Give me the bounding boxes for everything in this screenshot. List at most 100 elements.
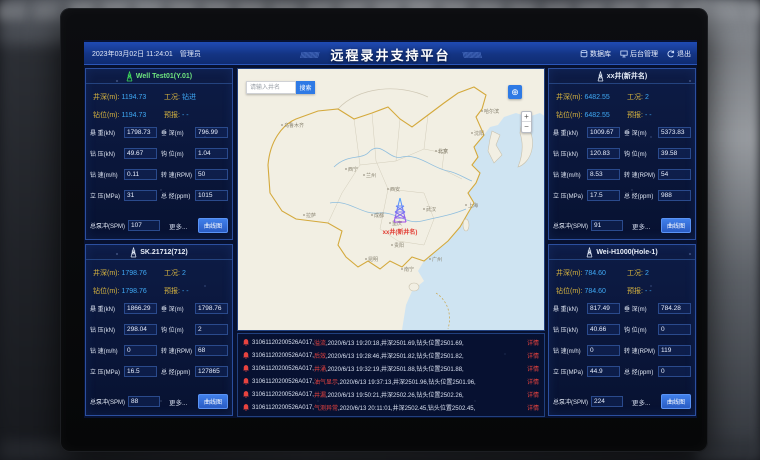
database-icon [580, 50, 588, 58]
bit-position: 钻位(m):784.60 [556, 286, 606, 296]
china-map[interactable]: 乌鲁木齐拉萨西宁兰州西安成都重庆贵阳昆明南宁广州武汉上海北京沈阳哈尔滨 搜索 ⊕… [237, 68, 545, 331]
more-link[interactable]: 更多... [169, 397, 187, 407]
gauge-value: 50 [195, 169, 228, 180]
gauge-label: 悬 重(kN) [90, 304, 124, 313]
map-city-label: 沈阳 [474, 130, 484, 137]
locate-control[interactable]: ⊕ [508, 85, 522, 99]
admin-label: 后台管理 [630, 49, 658, 59]
more-link[interactable]: 更多... [169, 221, 187, 231]
pump-strokes-value: 224 [591, 396, 623, 407]
zoom-in-button[interactable]: + [522, 112, 531, 122]
alarm-row: 31061120200526A017,后效,2020/6/13 19:28:46… [238, 349, 544, 362]
alarm-row: 31061120200526A017,油气显示,2020/6/13 19:37:… [238, 375, 544, 388]
alarm-detail-text: ,2020/6/13 20:11:01,井深2502.45,钻头位置2502.4… [338, 403, 475, 412]
gauge-grid: 悬 重(kN) 817.49 垂 深(m) 784.28 钻 压(kN) 40.… [553, 303, 691, 377]
well-panel-header: Well Test01(Y.01) [86, 69, 232, 84]
gauge-field: 钻 压(kN) 298.04 [90, 324, 157, 335]
curve-chart-button[interactable]: 曲线图 [198, 218, 228, 233]
bit-position: 钻位(m):1798.76 [93, 286, 147, 296]
gauge-label: 钻 速(m/h) [553, 170, 587, 179]
gauge-label: 转 速(RPM) [161, 170, 195, 179]
gauge-field: 转 速(RPM) 119 [624, 345, 691, 356]
gauge-label: 钩 位(m) [161, 149, 195, 158]
alarm-type: 气测异常 [314, 403, 338, 412]
logout-button[interactable]: 退出 [667, 49, 691, 59]
database-button[interactable]: 数据库 [580, 49, 611, 59]
datetime-text: 2023年03月02日 11:24:01 [92, 51, 173, 58]
map-city-label: 哈尔滨 [484, 108, 499, 115]
gauge-value: 1866.29 [124, 303, 157, 314]
map-city-label: 广州 [432, 256, 442, 263]
admin-button[interactable]: 后台管理 [620, 49, 658, 59]
alarm-id: 31061120200526A017, [252, 366, 314, 372]
well-map-marker[interactable] [392, 197, 408, 229]
alarm-details-link[interactable]: 详情 [521, 377, 539, 386]
gauge-label: 钻 速(m/h) [553, 346, 587, 355]
gauge-label: 转 速(RPM) [161, 346, 195, 355]
pump-strokes-row: 总泵冲(SPM) 224 更多... 曲线图 [553, 394, 691, 409]
alarm-details-link[interactable]: 详情 [521, 390, 539, 399]
alarm-bell-icon [243, 404, 249, 411]
gauge-label: 钻 速(m/h) [90, 170, 124, 179]
search-button[interactable]: 搜索 [296, 81, 315, 94]
zoom-control: + − [521, 111, 532, 133]
alarm-bell-icon [243, 339, 249, 346]
map-city-label: 南宁 [404, 266, 414, 273]
alarm-details-link[interactable]: 详情 [521, 351, 539, 360]
gauge-label: 立 压(MPa) [553, 367, 587, 376]
city-dot [363, 174, 365, 176]
gauge-field: 钩 位(m) 0 [624, 324, 691, 335]
alarm-id: 31061120200526A017, [252, 353, 314, 359]
forecast: 预报:- - [164, 286, 189, 296]
city-dot [429, 258, 431, 260]
pump-strokes-value: 88 [128, 396, 160, 407]
well-title: SK.21712(712) [140, 249, 187, 256]
curve-chart-button[interactable]: 曲线图 [661, 394, 691, 409]
well-depth: 井深(m):1798.76 [93, 268, 147, 278]
gauge-value: 1798.76 [195, 303, 228, 314]
gauge-value: 0 [658, 366, 691, 377]
gauge-value: 31 [124, 190, 157, 201]
city-dot [365, 258, 367, 260]
gauge-label: 立 压(MPa) [90, 367, 124, 376]
gauge-field: 钻 速(m/h) 0 [553, 345, 620, 356]
work-status: 工况:2 [627, 92, 649, 102]
alarm-id: 31061120200526A017, [252, 392, 314, 398]
zoom-out-button[interactable]: − [522, 122, 531, 132]
city-dot [391, 244, 393, 246]
alarm-details-link[interactable]: 详情 [521, 338, 539, 347]
gauge-label: 立 压(MPa) [553, 191, 587, 200]
alarm-details-link[interactable]: 详情 [521, 364, 539, 373]
gauge-value: 817.49 [587, 303, 620, 314]
well-panel-header: SK.21712(712) [86, 245, 232, 260]
gauge-field: 转 速(RPM) 54 [624, 169, 691, 180]
derrick-marker-icon [392, 197, 408, 224]
gauge-field: 悬 重(kN) 1009.67 [553, 127, 620, 138]
more-link[interactable]: 更多... [632, 397, 650, 407]
search-input[interactable] [246, 81, 296, 94]
gauge-value: 54 [658, 169, 691, 180]
well-depth: 井深(m):6482.55 [556, 92, 610, 102]
city-dot [435, 150, 437, 152]
gauge-value: 1015 [195, 190, 228, 201]
gauge-label: 钻 压(kN) [90, 325, 124, 334]
alarm-row: 31061120200526A017,井漏,2020/6/13 19:50:21… [238, 388, 544, 401]
monitor-bezel: 2023年03月02日 11:24:01管理员 /////////////// … [60, 8, 708, 452]
curve-chart-button[interactable]: 曲线图 [198, 394, 228, 409]
gauge-label: 悬 重(kN) [90, 128, 124, 137]
more-link[interactable]: 更多... [632, 221, 650, 231]
gauge-field: 立 压(MPa) 16.5 [90, 366, 157, 377]
map-city-label: 西安 [390, 186, 400, 193]
well-panel-bottom-left: SK.21712(712) 井深(m):1798.76 工况:2 钻位(m):1… [85, 244, 233, 416]
gauge-label: 立 压(MPa) [90, 191, 124, 200]
city-dot [345, 168, 347, 170]
curve-chart-button[interactable]: 曲线图 [661, 218, 691, 233]
alarm-type: 后效 [314, 351, 326, 360]
gauge-field: 钻 速(m/h) 0 [90, 345, 157, 356]
logout-icon [667, 50, 675, 58]
alarm-list: 31061120200526A017,溢流,2020/6/13 19:20:18… [237, 333, 545, 417]
gauge-value: 0.11 [124, 169, 157, 180]
alarm-details-link[interactable]: 详情 [521, 403, 539, 412]
pump-strokes-label: 总泵冲(SPM) [553, 221, 591, 230]
pump-strokes-value: 107 [128, 220, 160, 231]
